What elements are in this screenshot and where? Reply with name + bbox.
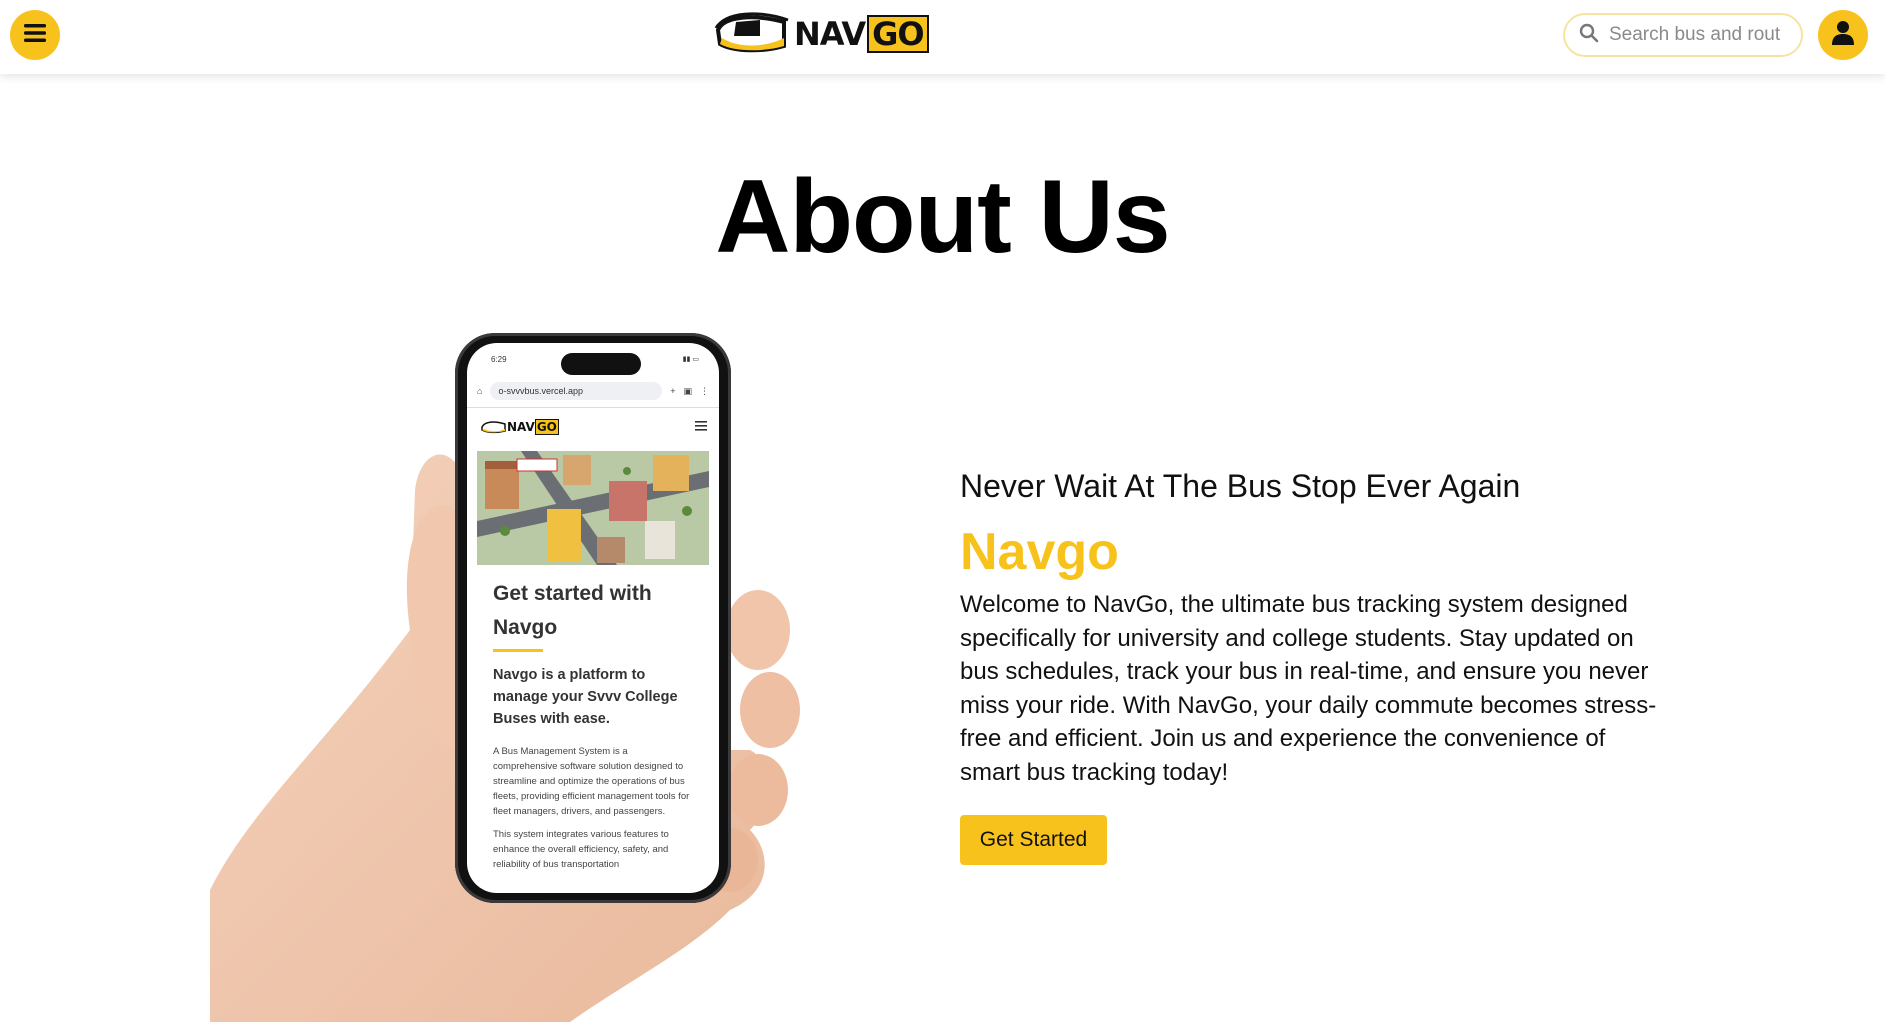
phone-mockup: 6:29 ▮▮ ▭ ⌂ o-svvvbus.vercel.app + ▣ ⋮ N…: [455, 333, 731, 903]
logo-wordmark: NAV GO: [794, 15, 929, 53]
logo-text-nav: NAV: [794, 15, 866, 53]
phone-notch: [561, 353, 641, 375]
phone-browser-bar: ⌂ o-svvvbus.vercel.app + ▣ ⋮: [477, 379, 709, 403]
phone-bus-logo-icon: [481, 421, 506, 434]
profile-button[interactable]: [1818, 10, 1868, 60]
phone-heading: Get started with Navgo: [493, 582, 652, 639]
hero-phone-image: 6:29 ▮▮ ▭ ⌂ o-svvvbus.vercel.app + ▣ ⋮ N…: [210, 330, 920, 1022]
more-vertical-icon: ⋮: [700, 385, 709, 396]
page-title: About Us: [715, 159, 1170, 275]
top-navbar: NAV GO: [0, 0, 1885, 74]
phone-content: Get started with Navgo Navgo is a platfo…: [493, 577, 693, 872]
navgo-logo[interactable]: NAV GO: [714, 8, 929, 61]
city-illustration: [477, 451, 709, 565]
get-started-button[interactable]: Get Started: [960, 815, 1107, 865]
search-icon: [1579, 23, 1599, 48]
search-bar[interactable]: [1563, 13, 1803, 57]
about-description: Welcome to NavGo, the ultimate bus track…: [960, 591, 1657, 786]
logo-text-go: GO: [867, 15, 929, 53]
tagline: Never Wait At The Bus Stop Ever Again: [960, 468, 1521, 504]
phone-logo-nav: NAV: [507, 420, 535, 434]
bus-logo-icon: [714, 8, 790, 61]
phone-heading-underline: [493, 649, 543, 652]
phone-logo: NAV GO: [481, 419, 559, 435]
phone-hamburger-icon: [695, 418, 707, 436]
phone-body-paragraph-2: This system integrates various features …: [493, 829, 669, 870]
phone-subheading: Navgo is a platform to manage your Svvv …: [493, 667, 678, 727]
plus-icon: +: [670, 386, 676, 396]
phone-time: 6:29: [491, 355, 507, 364]
menu-button[interactable]: [10, 10, 60, 60]
phone-divider: [467, 407, 719, 408]
phone-body-paragraph: A Bus Management System is a comprehensi…: [493, 746, 690, 817]
battery-icon: ▮▮ ▭: [682, 356, 699, 363]
user-icon: [1831, 20, 1855, 51]
phone-navbar: NAV GO: [481, 415, 707, 439]
home-icon: ⌂: [477, 386, 483, 396]
phone-url: o-svvvbus.vercel.app: [490, 382, 663, 400]
brand-name: Navgo: [960, 523, 1119, 581]
search-input[interactable]: [1609, 24, 1781, 46]
phone-logo-go: GO: [534, 419, 559, 435]
phone-screen: 6:29 ▮▮ ▭ ⌂ o-svvvbus.vercel.app + ▣ ⋮ N…: [467, 343, 719, 893]
hamburger-menu-icon: [24, 23, 46, 48]
tabs-icon: ▣: [683, 385, 692, 396]
